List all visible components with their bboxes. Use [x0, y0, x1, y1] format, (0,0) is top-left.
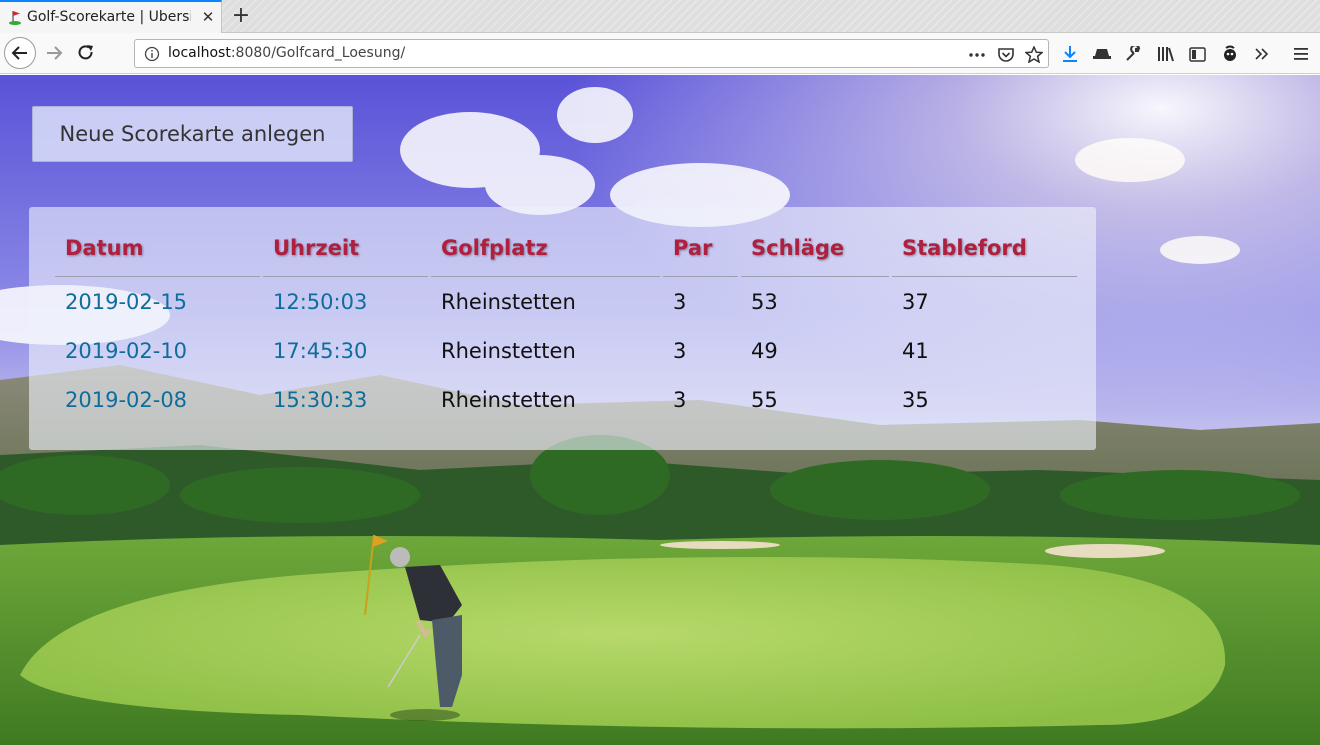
back-arrow-icon[interactable] — [4, 37, 36, 69]
column-header-schlaege[interactable]: Schläge — [741, 219, 889, 277]
extension-icon[interactable] — [1219, 43, 1241, 65]
forward-arrow-icon[interactable] — [38, 37, 70, 69]
date-link[interactable]: 2019-02-15 — [55, 277, 260, 326]
overflow-icon[interactable] — [1251, 43, 1273, 65]
sidebar-icon[interactable] — [1186, 43, 1208, 65]
tab-active[interactable]: Golf-Scorekarte | Übersicht ✕ — [0, 0, 222, 33]
wrench-icon[interactable] — [1122, 43, 1144, 65]
table-row[interactable]: 2019-02-15 12:50:03 Rheinstetten 3 53 37 — [55, 277, 1077, 326]
par-cell: 3 — [673, 289, 687, 314]
info-icon[interactable] — [144, 46, 160, 62]
navigation-bar: localhost:8080/Golfcard_Loesung/ — [0, 33, 1320, 74]
par-cell: 3 — [673, 387, 687, 412]
column-header-stableford[interactable]: Stableford — [892, 219, 1077, 277]
strokes-cell: 53 — [751, 289, 778, 314]
time-link[interactable]: 15:30:33 — [263, 375, 428, 424]
library-icon[interactable] — [1155, 43, 1177, 65]
scorecard-table: Datum Uhrzeit Golfplatz Par Schläge Stab… — [52, 219, 1080, 424]
time-link[interactable]: 12:50:03 — [263, 277, 428, 326]
table-header-row: Datum Uhrzeit Golfplatz Par Schläge Stab… — [55, 219, 1077, 277]
plus-icon[interactable]: + — [229, 3, 253, 29]
new-scorecard-button[interactable]: Neue Scorekarte anlegen — [32, 106, 353, 162]
column-header-datum[interactable]: Datum — [55, 219, 260, 277]
column-header-uhrzeit[interactable]: Uhrzeit — [263, 219, 428, 277]
pocket-icon[interactable] — [994, 44, 1018, 65]
url-bar[interactable]: localhost:8080/Golfcard_Loesung/ — [134, 39, 1049, 68]
tab-title: Golf-Scorekarte | Übersicht — [27, 9, 191, 25]
date-link[interactable]: 2019-02-08 — [55, 375, 260, 424]
scorecard-table-panel: Datum Uhrzeit Golfplatz Par Schläge Stab… — [29, 207, 1096, 450]
course-cell: Rheinstetten — [441, 289, 576, 314]
hamburger-menu-icon[interactable] — [1290, 43, 1312, 65]
par-cell: 3 — [673, 338, 687, 363]
reload-icon[interactable] — [70, 37, 102, 69]
hat-icon[interactable] — [1091, 43, 1113, 65]
time-link[interactable]: 17:45:30 — [263, 326, 428, 375]
url-path: :8080/Golfcard_Loesung/ — [230, 45, 406, 61]
page-content: Neue Scorekarte anlegen Datum Uhrzeit Go… — [0, 75, 1320, 745]
star-icon[interactable] — [1022, 44, 1046, 65]
stableford-cell: 37 — [902, 289, 929, 314]
stableford-cell: 35 — [902, 387, 929, 412]
table-row[interactable]: 2019-02-08 15:30:33 Rheinstetten 3 55 35 — [55, 375, 1077, 424]
table-row[interactable]: 2019-02-10 17:45:30 Rheinstetten 3 49 41 — [55, 326, 1077, 375]
ellipsis-icon[interactable] — [965, 44, 989, 65]
strokes-cell: 49 — [751, 338, 778, 363]
golf-flag-favicon — [9, 11, 21, 25]
download-icon[interactable] — [1059, 43, 1081, 65]
column-header-par[interactable]: Par — [663, 219, 738, 277]
browser-window: Golf-Scorekarte | Übersicht ✕ + localhos… — [0, 0, 1320, 745]
course-cell: Rheinstetten — [441, 387, 576, 412]
strokes-cell: 55 — [751, 387, 778, 412]
column-header-golfplatz[interactable]: Golfplatz — [431, 219, 660, 277]
stableford-cell: 41 — [902, 338, 929, 363]
url-text[interactable]: localhost:8080/Golfcard_Loesung/ — [168, 45, 405, 61]
course-cell: Rheinstetten — [441, 338, 576, 363]
url-host: localhost — [168, 45, 231, 61]
tab-strip: Golf-Scorekarte | Übersicht ✕ + — [0, 0, 1320, 33]
close-icon[interactable]: ✕ — [198, 6, 218, 28]
date-link[interactable]: 2019-02-10 — [55, 326, 260, 375]
